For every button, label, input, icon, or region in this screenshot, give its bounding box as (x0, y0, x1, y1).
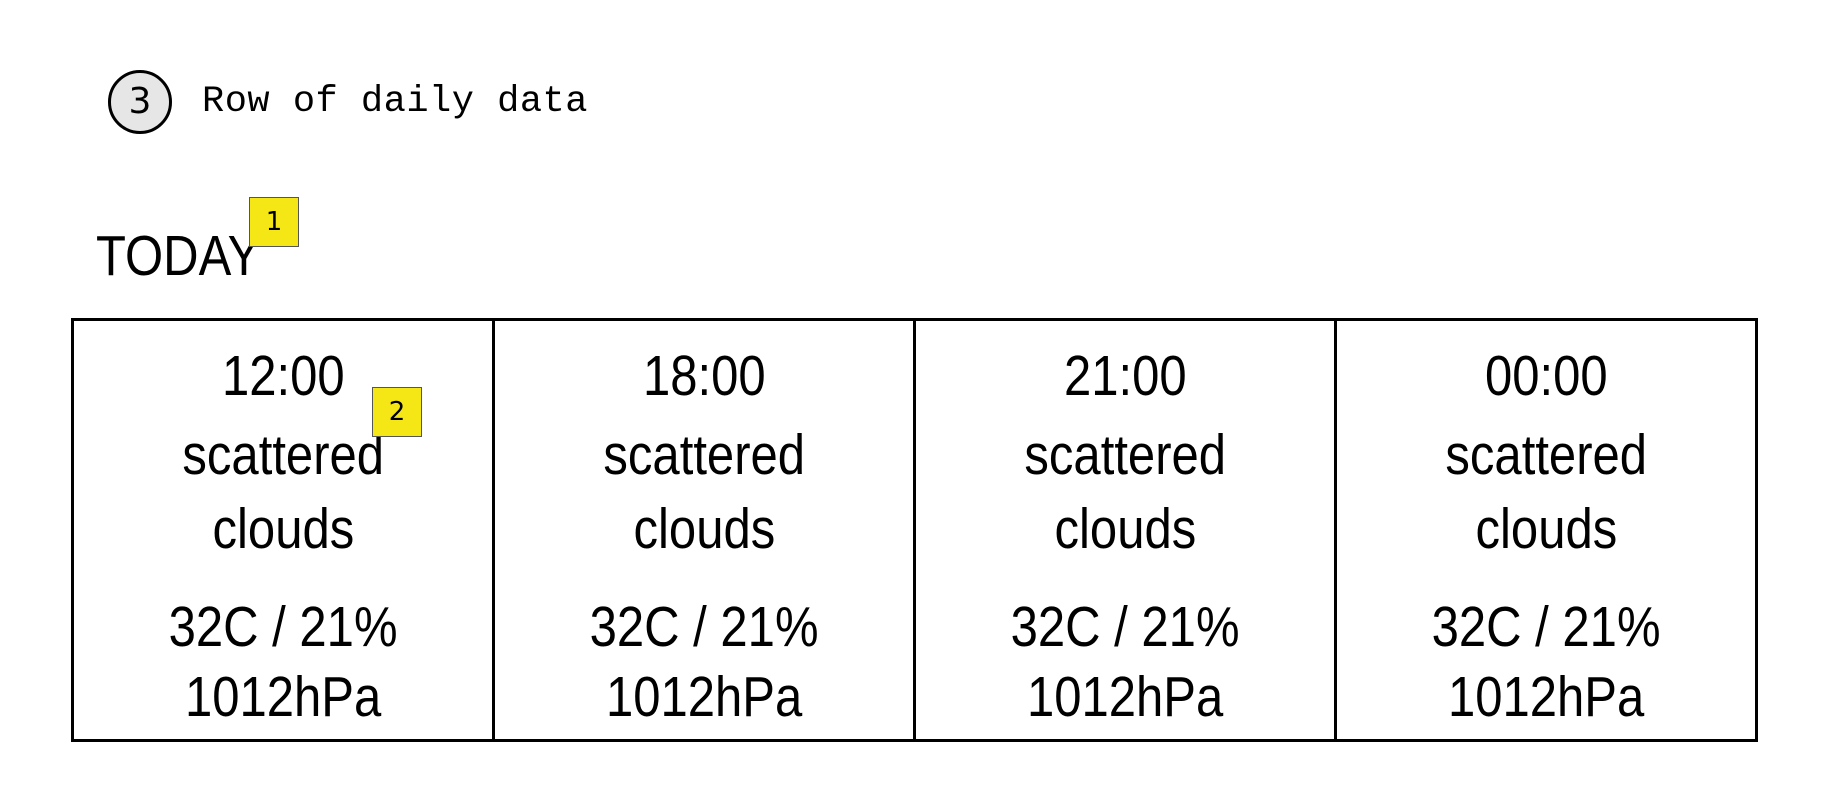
forecast-temp-humidity: 32C / 21% (168, 595, 398, 659)
forecast-weather-line2: clouds (212, 497, 354, 561)
forecast-time: 21:00 (1063, 344, 1187, 408)
annotation-heading: 3 Row of daily data (108, 68, 588, 136)
forecast-cell: 12:00 scattered clouds 32C / 21% 1012hPa (74, 321, 495, 739)
forecast-pressure: 1012hPa (184, 665, 382, 729)
annotation-marker-1: 1 (249, 197, 299, 247)
daily-forecast-row: 12:00 scattered clouds 32C / 21% 1012hPa… (71, 318, 1758, 742)
forecast-weather-line2: clouds (1475, 497, 1617, 561)
forecast-cell: 00:00 scattered clouds 32C / 21% 1012hPa (1337, 321, 1755, 739)
forecast-weather-line1: scattered (1024, 423, 1226, 487)
forecast-pressure: 1012hPa (1447, 665, 1645, 729)
forecast-weather-line1: scattered (603, 423, 805, 487)
forecast-temp-humidity: 32C / 21% (1431, 595, 1661, 659)
forecast-weather-line1: scattered (182, 423, 384, 487)
forecast-cell: 21:00 scattered clouds 32C / 21% 1012hPa (916, 321, 1337, 739)
step-number-badge: 3 (108, 70, 172, 134)
annotation-heading-text: Row of daily data (202, 80, 588, 123)
forecast-weather-line2: clouds (633, 497, 775, 561)
annotation-marker-2: 2 (372, 387, 422, 437)
forecast-weather-line2: clouds (1054, 497, 1196, 561)
forecast-time: 00:00 (1484, 344, 1608, 408)
forecast-pressure: 1012hPa (1026, 665, 1224, 729)
section-title-today: TODAY (96, 224, 261, 288)
forecast-time: 18:00 (642, 344, 766, 408)
forecast-weather-line1: scattered (1445, 423, 1647, 487)
forecast-temp-humidity: 32C / 21% (1010, 595, 1240, 659)
forecast-cell: 18:00 scattered clouds 32C / 21% 1012hPa (495, 321, 916, 739)
forecast-time: 12:00 (221, 344, 345, 408)
forecast-temp-humidity: 32C / 21% (589, 595, 819, 659)
forecast-pressure: 1012hPa (605, 665, 803, 729)
